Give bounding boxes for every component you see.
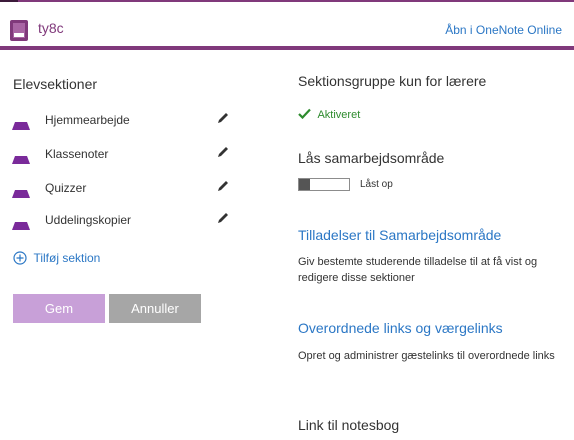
- pencil-icon[interactable]: [216, 145, 230, 159]
- add-section-label: Tilføj sektion: [33, 251, 101, 265]
- section-tab-icon: [12, 151, 30, 164]
- settings-panel: Sektionsgruppe kun for lærere Aktiveret …: [298, 50, 574, 440]
- section-row-klassenoter: Klassenoter: [0, 144, 260, 168]
- notebook-icon: [10, 20, 28, 41]
- notebook-title: ty8c: [38, 20, 64, 36]
- save-button[interactable]: Gem: [13, 294, 105, 323]
- parent-links-link[interactable]: Overordnede links og værgelinks: [298, 320, 503, 336]
- toggle-thumb: [299, 179, 310, 190]
- lock-collab-toggle-label: Låst op: [360, 179, 393, 190]
- section-tab-icon: [12, 185, 30, 198]
- open-in-onenote-online-link[interactable]: Åbn i OneNote Online: [445, 23, 562, 37]
- cancel-button[interactable]: Annuller: [109, 294, 201, 323]
- section-label: Uddelingskopier: [45, 213, 132, 227]
- teacher-only-status-label: Aktiveret: [317, 109, 361, 121]
- teacher-only-heading: Sektionsgruppe kun for lærere: [298, 73, 487, 89]
- pencil-icon[interactable]: [216, 211, 230, 225]
- lock-collab-toggle[interactable]: [298, 178, 350, 191]
- section-tab-icon: [12, 217, 30, 230]
- collab-permissions-description: Giv bestemte studerende tilladelse til a…: [298, 256, 538, 284]
- student-sections-panel: Elevsektioner Hjemmearbejde Klassenoter …: [0, 50, 260, 440]
- section-label: Klassenoter: [45, 147, 109, 161]
- plus-circle-icon: [13, 251, 27, 265]
- student-sections-heading: Elevsektioner: [13, 76, 98, 92]
- section-label: Quizzer: [45, 181, 87, 195]
- lock-collab-heading: Lås samarbejdsområde: [298, 150, 445, 166]
- notebook-header: ty8c Åbn i OneNote Online: [0, 2, 574, 46]
- teacher-only-status: Aktiveret: [298, 105, 360, 123]
- add-section-link[interactable]: Tilføj sektion: [13, 249, 100, 267]
- section-row-quizzer: Quizzer: [0, 178, 260, 202]
- checkmark-icon: [298, 106, 311, 120]
- parent-links-description: Opret og administrer gæstelinks til over…: [298, 350, 555, 362]
- collab-permissions-link[interactable]: Tilladelser til Samarbejdsområde: [298, 227, 501, 243]
- pencil-icon[interactable]: [216, 179, 230, 193]
- notebook-link-heading: Link til notesbog: [298, 417, 400, 433]
- section-label: Hjemmearbejde: [45, 113, 130, 127]
- section-row-uddelingskopier: Uddelingskopier: [0, 210, 260, 234]
- section-tab-icon: [12, 117, 30, 130]
- section-row-hjemmearbejde: Hjemmearbejde: [0, 110, 260, 134]
- pencil-icon[interactable]: [216, 111, 230, 125]
